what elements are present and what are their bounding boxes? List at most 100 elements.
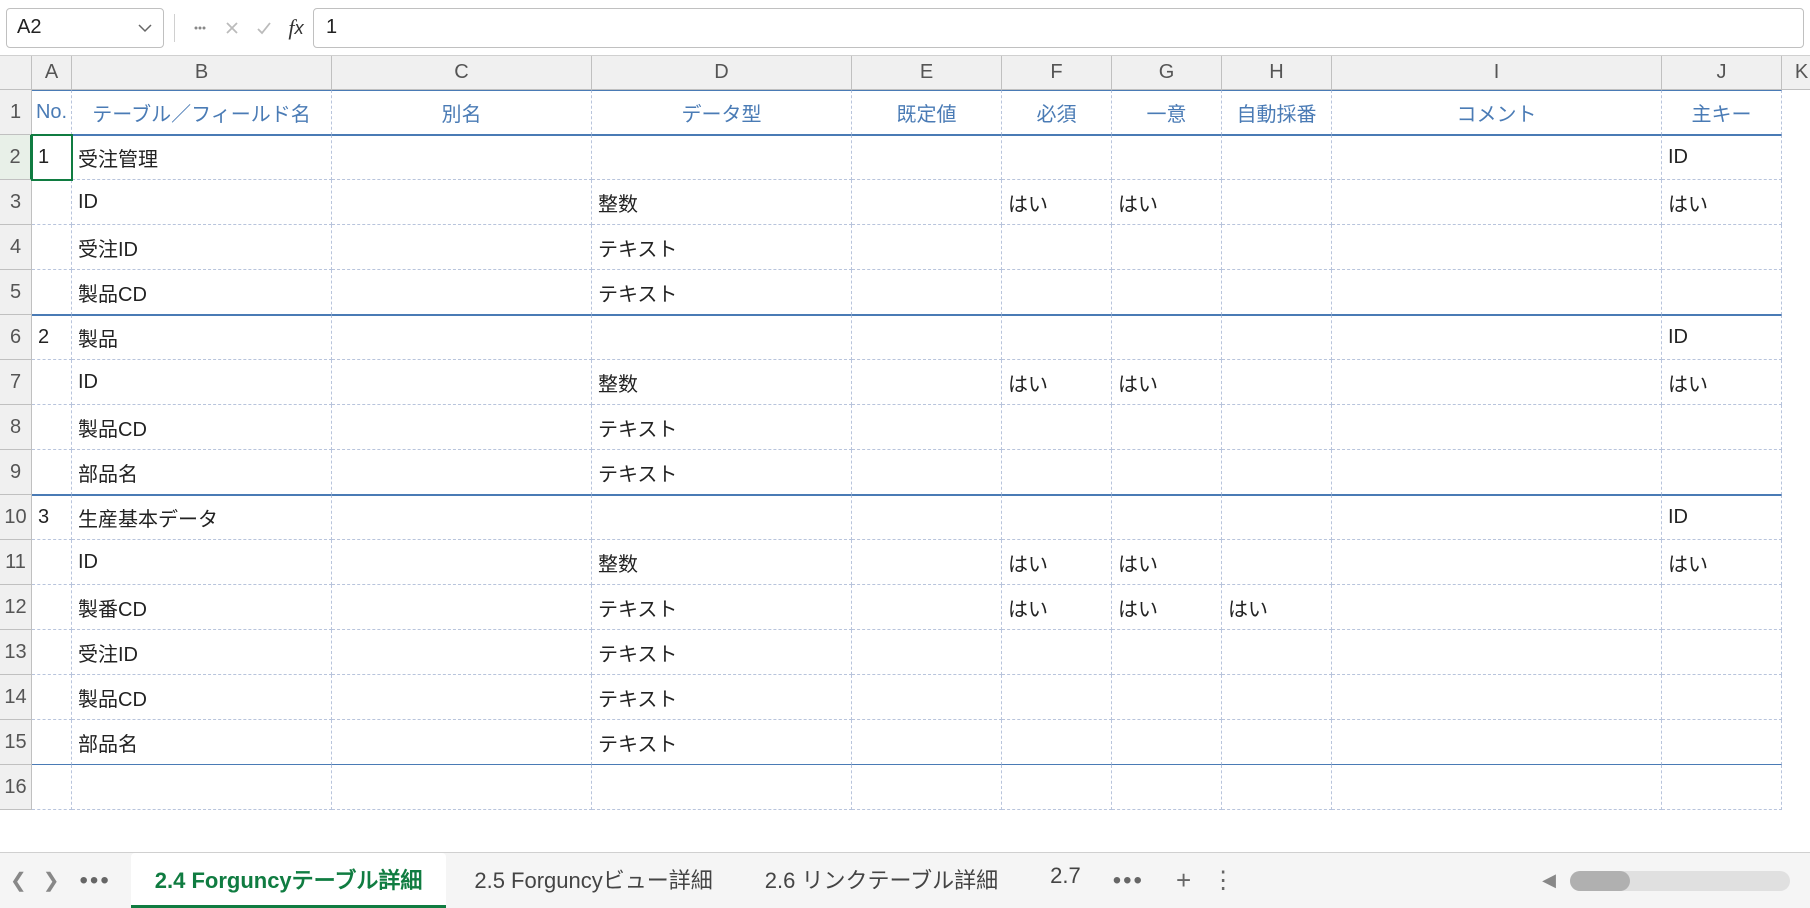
- cell[interactable]: [1112, 720, 1222, 765]
- column-header[interactable]: E: [852, 56, 1002, 90]
- row-header[interactable]: 5: [0, 270, 32, 315]
- cell[interactable]: [1222, 225, 1332, 270]
- cell[interactable]: 3: [32, 495, 72, 540]
- cell[interactable]: [1222, 180, 1332, 225]
- cell[interactable]: [1002, 720, 1112, 765]
- row-header[interactable]: 6: [0, 315, 32, 360]
- cell[interactable]: [1222, 135, 1332, 180]
- cell[interactable]: [1112, 135, 1222, 180]
- cell[interactable]: [852, 315, 1002, 360]
- more-icon[interactable]: [189, 17, 211, 39]
- row-header[interactable]: 11: [0, 540, 32, 585]
- cancel-icon[interactable]: [221, 17, 243, 39]
- row-header[interactable]: 4: [0, 225, 32, 270]
- cell[interactable]: テキスト: [592, 405, 852, 450]
- cell[interactable]: [1332, 270, 1662, 315]
- cell[interactable]: [852, 450, 1002, 495]
- row-header[interactable]: 1: [0, 90, 32, 135]
- cell[interactable]: [1002, 315, 1112, 360]
- cell[interactable]: [72, 765, 332, 810]
- cell[interactable]: [332, 720, 592, 765]
- cell[interactable]: [592, 315, 852, 360]
- cell[interactable]: [1002, 135, 1112, 180]
- cell[interactable]: [1002, 225, 1112, 270]
- cell[interactable]: [592, 765, 852, 810]
- cell[interactable]: [1332, 585, 1662, 630]
- cell[interactable]: [1332, 495, 1662, 540]
- cell[interactable]: [332, 585, 592, 630]
- cell[interactable]: [1112, 315, 1222, 360]
- cell[interactable]: 部品名: [72, 450, 332, 495]
- tab-overflow-icon[interactable]: •••: [1113, 867, 1156, 895]
- select-all-corner[interactable]: [0, 56, 32, 90]
- cell[interactable]: [1112, 630, 1222, 675]
- cell[interactable]: 2: [32, 315, 72, 360]
- cell[interactable]: [332, 540, 592, 585]
- cell[interactable]: [1112, 405, 1222, 450]
- hscroll-left-icon[interactable]: ◀: [1536, 870, 1562, 891]
- cell[interactable]: 製品CD: [72, 270, 332, 315]
- cell[interactable]: [1002, 765, 1112, 810]
- cell[interactable]: [1002, 270, 1112, 315]
- cell[interactable]: [332, 765, 592, 810]
- cell[interactable]: テキスト: [592, 270, 852, 315]
- cell[interactable]: [1002, 630, 1112, 675]
- cell[interactable]: [1662, 450, 1782, 495]
- cell[interactable]: 受注管理: [72, 135, 332, 180]
- cell[interactable]: [1332, 540, 1662, 585]
- cell[interactable]: [1002, 495, 1112, 540]
- cell[interactable]: [592, 495, 852, 540]
- cell[interactable]: [1222, 765, 1332, 810]
- cell[interactable]: 製品: [72, 315, 332, 360]
- column-header[interactable]: J: [1662, 56, 1782, 90]
- cell[interactable]: はい: [1222, 585, 1332, 630]
- cell[interactable]: テキスト: [592, 225, 852, 270]
- cell[interactable]: 製品CD: [72, 675, 332, 720]
- row-header[interactable]: 12: [0, 585, 32, 630]
- cell[interactable]: テキスト: [592, 630, 852, 675]
- cell[interactable]: [852, 495, 1002, 540]
- cell[interactable]: はい: [1002, 180, 1112, 225]
- cell[interactable]: [1222, 495, 1332, 540]
- row-header[interactable]: 15: [0, 720, 32, 765]
- cell[interactable]: [332, 135, 592, 180]
- cell[interactable]: [32, 270, 72, 315]
- cell[interactable]: 整数: [592, 540, 852, 585]
- cell[interactable]: はい: [1112, 540, 1222, 585]
- sheet-tab[interactable]: 2.4 Forguncyテーブル詳細: [131, 853, 447, 908]
- column-header[interactable]: F: [1002, 56, 1112, 90]
- column-header[interactable]: K: [1782, 56, 1810, 90]
- cell[interactable]: 1: [32, 135, 72, 180]
- cell[interactable]: 製番CD: [72, 585, 332, 630]
- cell[interactable]: [1112, 765, 1222, 810]
- cell[interactable]: [1222, 450, 1332, 495]
- cell[interactable]: [1222, 630, 1332, 675]
- column-header[interactable]: G: [1112, 56, 1222, 90]
- cell[interactable]: はい: [1662, 540, 1782, 585]
- cell[interactable]: ID: [72, 540, 332, 585]
- cell[interactable]: [1662, 765, 1782, 810]
- cell[interactable]: [1662, 630, 1782, 675]
- horizontal-scrollbar[interactable]: [1570, 871, 1790, 891]
- tab-next-icon[interactable]: ❯: [43, 868, 60, 893]
- cell[interactable]: [1332, 225, 1662, 270]
- cell[interactable]: [332, 270, 592, 315]
- cell[interactable]: [332, 450, 592, 495]
- cell[interactable]: [1662, 225, 1782, 270]
- cell[interactable]: [32, 630, 72, 675]
- cell[interactable]: [32, 585, 72, 630]
- table-header-cell[interactable]: 一意: [1112, 90, 1222, 135]
- cell[interactable]: [1332, 360, 1662, 405]
- cell[interactable]: 整数: [592, 180, 852, 225]
- cell[interactable]: [852, 765, 1002, 810]
- table-header-cell[interactable]: データ型: [592, 90, 852, 135]
- cell[interactable]: はい: [1112, 180, 1222, 225]
- name-box[interactable]: A2: [6, 8, 164, 48]
- cell[interactable]: [1332, 135, 1662, 180]
- cell[interactable]: はい: [1662, 360, 1782, 405]
- cell[interactable]: [1332, 315, 1662, 360]
- table-header-cell[interactable]: 別名: [332, 90, 592, 135]
- cell[interactable]: [32, 450, 72, 495]
- row-header[interactable]: 14: [0, 675, 32, 720]
- cell[interactable]: [592, 135, 852, 180]
